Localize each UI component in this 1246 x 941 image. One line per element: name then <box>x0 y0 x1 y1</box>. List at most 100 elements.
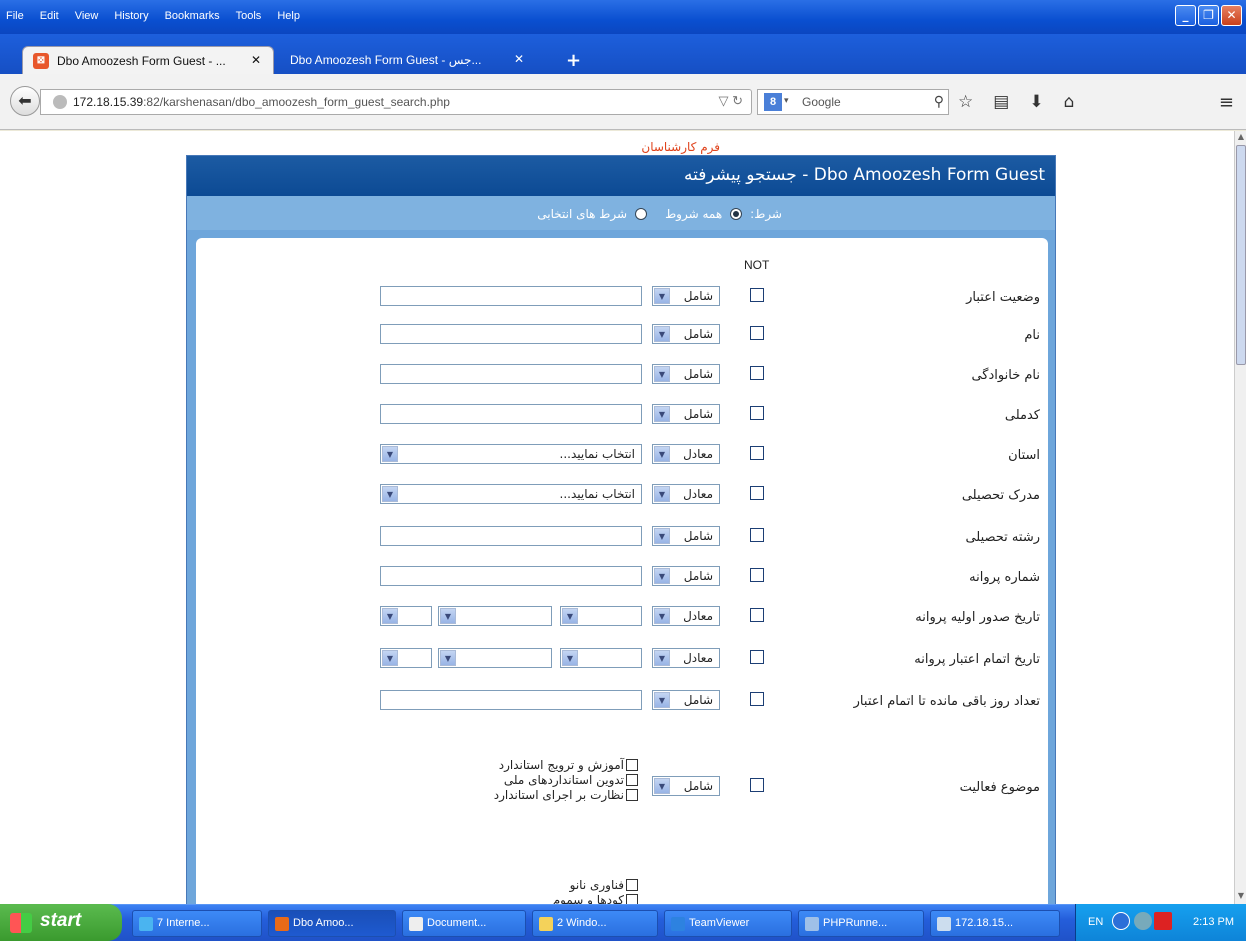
tray-arrow-icon[interactable] <box>1112 912 1130 930</box>
not-checkbox[interactable] <box>750 446 764 460</box>
downloads-icon[interactable]: ⬇ <box>1029 92 1043 112</box>
operator-select[interactable]: ▼ شامل <box>652 566 720 586</box>
month-select[interactable]: ▼ <box>438 606 552 626</box>
not-checkbox[interactable] <box>750 326 764 340</box>
search-field-row: رشته تحصیلی ▼ شامل <box>196 524 1048 554</box>
operator-select[interactable]: ▼ شامل <box>652 286 720 306</box>
not-checkbox[interactable] <box>750 406 764 420</box>
menu-history[interactable]: History <box>114 10 148 22</box>
hamburger-menu-icon[interactable]: ≡ <box>1219 92 1234 113</box>
vertical-scrollbar[interactable]: ▲ ▼ <box>1234 131 1246 904</box>
operator-select[interactable]: ▼ شامل <box>652 526 720 546</box>
value-input[interactable] <box>380 364 642 384</box>
value-input[interactable] <box>380 286 642 306</box>
option-checkbox[interactable] <box>626 759 638 771</box>
not-checkbox[interactable] <box>750 528 764 542</box>
not-checkbox[interactable] <box>750 366 764 380</box>
menu-tools[interactable]: Tools <box>236 10 262 22</box>
menu-file[interactable]: File <box>6 10 24 22</box>
scroll-down-icon[interactable]: ▼ <box>1236 891 1246 903</box>
option-checkbox[interactable] <box>626 894 638 904</box>
not-checkbox[interactable] <box>750 486 764 500</box>
taskbar-button[interactable]: 7 Interne... <box>132 910 262 937</box>
extra-option[interactable]: کودها و سموم <box>553 893 638 904</box>
tab-close-icon[interactable]: ✕ <box>514 52 524 66</box>
search-icon[interactable]: ⚲ <box>934 93 944 110</box>
minimize-button[interactable]: _ <box>1175 5 1196 26</box>
operator-select[interactable]: ▼ شامل <box>652 776 720 796</box>
tab-close-icon[interactable]: ✕ <box>251 53 261 67</box>
operator-select[interactable]: ▼ شامل <box>652 404 720 424</box>
value-select[interactable]: ▼ انتخاب نمایید... <box>380 484 642 504</box>
day-select[interactable]: ▼ <box>560 648 642 668</box>
search-engine-dropdown-icon[interactable]: ▾ <box>784 95 789 106</box>
radio-any-conditions[interactable] <box>635 208 648 220</box>
menu-help[interactable]: Help <box>277 10 300 22</box>
activity-option[interactable]: آموزش و ترویج استاندارد <box>494 758 638 773</box>
value-input[interactable] <box>380 566 642 586</box>
value-input[interactable] <box>380 404 642 424</box>
month-select[interactable]: ▼ <box>438 648 552 668</box>
option-label: کودها و سموم <box>552 893 624 904</box>
not-checkbox[interactable] <box>750 650 764 664</box>
year-select[interactable]: ▼ <box>380 648 432 668</box>
tab-active[interactable]: ⊠ Dbo Amoozesh Form Guest - ... ✕ <box>22 46 274 74</box>
radio-all-conditions[interactable] <box>730 208 743 220</box>
extra-checklist: فناوری نانو کودها و سموم <box>553 878 638 904</box>
scroll-up-icon[interactable]: ▲ <box>1236 132 1246 144</box>
antivirus-icon[interactable] <box>1154 912 1172 930</box>
url-bar[interactable]: 172.18.15.39:82/karshenasan/dbo_amoozesh… <box>40 89 752 115</box>
bookmarks-menu-icon[interactable]: ▤ <box>993 92 1009 112</box>
new-tab-button[interactable]: + <box>566 50 581 71</box>
network-icon[interactable] <box>1134 912 1152 930</box>
taskbar-button[interactable]: TeamViewer <box>664 910 792 937</box>
chevron-down-icon: ▼ <box>654 568 670 584</box>
restore-button[interactable]: ❐ <box>1198 5 1219 26</box>
not-checkbox[interactable] <box>750 288 764 302</box>
menu-bookmarks[interactable]: Bookmarks <box>165 10 220 22</box>
value-select[interactable]: ▼ انتخاب نمایید... <box>380 444 642 464</box>
tab-inactive[interactable]: Dbo Amoozesh Form Guest - جس... ✕ <box>278 46 536 74</box>
not-checkbox[interactable] <box>750 692 764 706</box>
taskbar-button[interactable]: Dbo Amoo... <box>268 910 396 937</box>
taskbar-button[interactable]: 172.18.15... <box>930 910 1060 937</box>
home-icon[interactable]: ⌂ <box>1064 92 1075 112</box>
operator-select[interactable]: ▼ معادل <box>652 444 720 464</box>
menu-edit[interactable]: Edit <box>40 10 59 22</box>
year-select[interactable]: ▼ <box>380 606 432 626</box>
option-label: فناوری نانو <box>569 878 624 892</box>
operator-select[interactable]: ▼ معادل <box>652 606 720 626</box>
operator-select[interactable]: ▼ شامل <box>652 324 720 344</box>
start-button[interactable]: start <box>0 904 122 941</box>
menu-view[interactable]: View <box>75 10 99 22</box>
search-bar[interactable]: 8 ▾ Google ⚲ <box>757 89 949 115</box>
operator-select[interactable]: ▼ معادل <box>652 484 720 504</box>
language-indicator[interactable]: EN <box>1088 916 1103 928</box>
taskbar-button[interactable]: Document... <box>402 910 526 937</box>
phprunner-icon <box>805 917 819 931</box>
not-checkbox[interactable] <box>750 568 764 582</box>
close-window-button[interactable]: ✕ <box>1221 5 1242 26</box>
not-checkbox[interactable] <box>750 778 764 792</box>
operator-select[interactable]: ▼ معادل <box>652 648 720 668</box>
taskbar-button[interactable]: 2 Windo... <box>532 910 658 937</box>
option-checkbox[interactable] <box>626 879 638 891</box>
option-checkbox[interactable] <box>626 789 638 801</box>
value-input[interactable] <box>380 690 642 710</box>
bookmark-star-icon[interactable]: ☆ <box>958 92 973 112</box>
operator-select[interactable]: ▼ شامل <box>652 364 720 384</box>
activity-option[interactable]: تدوین استانداردهای ملی <box>494 773 638 788</box>
not-checkbox[interactable] <box>750 608 764 622</box>
taskbar-button[interactable]: PHPRunne... <box>798 910 924 937</box>
operator-select[interactable]: ▼ شامل <box>652 690 720 710</box>
back-button[interactable]: ⬅ <box>10 86 40 116</box>
windows-logo-icon <box>10 913 32 933</box>
activity-option[interactable]: نظارت بر اجرای استاندارد <box>494 788 638 803</box>
day-select[interactable]: ▼ <box>560 606 642 626</box>
scrollbar-thumb[interactable] <box>1236 145 1246 365</box>
value-input[interactable] <box>380 526 642 546</box>
option-checkbox[interactable] <box>626 774 638 786</box>
value-input[interactable] <box>380 324 642 344</box>
extra-option[interactable]: فناوری نانو <box>553 878 638 893</box>
reload-icon[interactable]: ▽ ↻ <box>718 93 743 109</box>
